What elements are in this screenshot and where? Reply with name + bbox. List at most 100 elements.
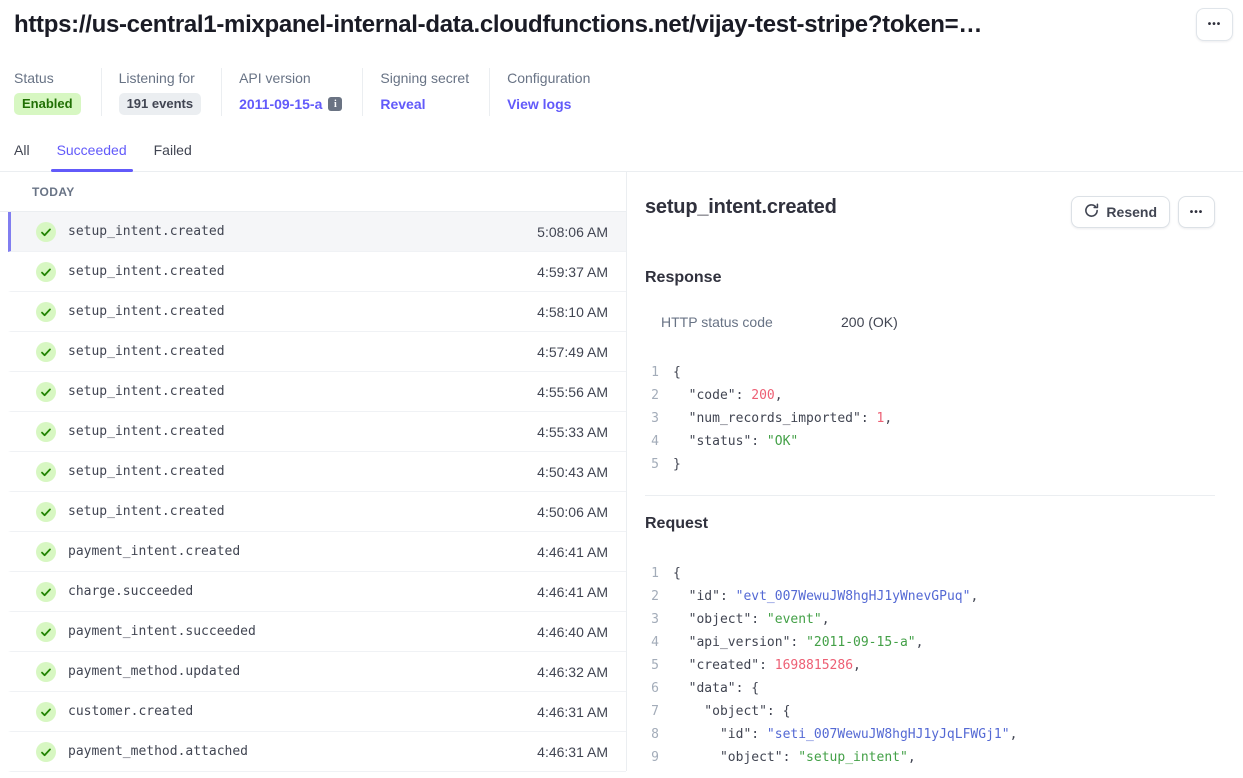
status-enabled-badge: Enabled <box>14 93 81 115</box>
event-time: 4:46:31 AM <box>537 744 608 760</box>
event-time: 4:46:31 AM <box>537 704 608 720</box>
event-list-row[interactable]: charge.succeeded4:46:41 AM <box>8 572 626 612</box>
page-header: https://us-central1-mixpanel-internal-da… <box>0 0 1243 42</box>
code-line: 5 "created": 1698815286, <box>645 654 1215 677</box>
event-name: setup_intent.created <box>68 304 225 319</box>
request-code-block: 1{2 "id": "evt_007WewuJW8hgHJ1yWnevGPuq"… <box>645 562 1215 769</box>
line-number: 1 <box>645 562 659 585</box>
event-list-row[interactable]: setup_intent.created4:50:43 AM <box>8 452 626 492</box>
success-check-icon <box>36 542 56 562</box>
event-time: 4:58:10 AM <box>537 304 608 320</box>
event-name: setup_intent.created <box>68 224 225 239</box>
event-time: 5:08:06 AM <box>537 224 608 240</box>
tab-all[interactable]: All <box>14 142 30 171</box>
line-number: 6 <box>645 677 659 700</box>
success-check-icon <box>36 742 56 762</box>
line-number: 4 <box>645 631 659 654</box>
line-number: 5 <box>645 654 659 677</box>
event-name: payment_method.updated <box>68 664 240 679</box>
event-time: 4:46:32 AM <box>537 664 608 680</box>
code-line: 4 "status": "OK" <box>645 430 1215 453</box>
success-check-icon <box>36 622 56 642</box>
resend-button-label: Resend <box>1106 204 1157 220</box>
code-line: 5} <box>645 453 1215 476</box>
event-list-row[interactable]: payment_method.updated 4:46:32 AM <box>8 652 626 692</box>
status-item-status: Status Enabled <box>14 68 101 116</box>
success-check-icon <box>36 462 56 482</box>
resend-button[interactable]: Resend <box>1071 196 1170 228</box>
line-number: 3 <box>645 407 659 430</box>
event-list-row[interactable]: setup_intent.created4:59:37 AM <box>8 252 626 292</box>
event-name: setup_intent.created <box>68 344 225 359</box>
success-check-icon <box>36 222 56 242</box>
code-line: 3 "num_records_imported": 1, <box>645 407 1215 430</box>
line-number: 1 <box>645 361 659 384</box>
success-check-icon <box>36 702 56 722</box>
success-check-icon <box>36 502 56 522</box>
event-list-row[interactable]: payment_method.attached4:46:31 AM <box>8 732 626 772</box>
code-line: 9 "object": "setup_intent", <box>645 746 1215 769</box>
event-group-label: TODAY <box>0 172 626 212</box>
http-status-label: HTTP status code <box>661 312 841 332</box>
event-list-row[interactable]: setup_intent.created4:57:49 AM <box>8 332 626 372</box>
status-label: Status <box>14 68 81 88</box>
line-number: 7 <box>645 700 659 723</box>
event-list-row[interactable]: customer.created 4:46:31 AM <box>8 692 626 732</box>
event-name: setup_intent.created <box>68 424 225 439</box>
event-time: 4:46:41 AM <box>537 544 608 560</box>
event-name: payment_intent.succeeded <box>68 624 256 639</box>
code-line: 1{ <box>645 361 1215 384</box>
configuration-label: Configuration <box>507 68 590 88</box>
ellipsis-icon: ••• <box>1208 19 1222 30</box>
view-logs-link[interactable]: View logs <box>507 96 571 112</box>
line-number: 2 <box>645 384 659 407</box>
event-name: customer.created <box>68 704 193 719</box>
code-line: 3 "object": "event", <box>645 608 1215 631</box>
event-list-row[interactable]: setup_intent.created4:55:56 AM <box>8 372 626 412</box>
line-number: 3 <box>645 608 659 631</box>
event-time: 4:50:06 AM <box>537 504 608 520</box>
code-line: 6 "data": { <box>645 677 1215 700</box>
event-time: 4:59:37 AM <box>537 264 608 280</box>
success-check-icon <box>36 262 56 282</box>
response-code-block: 1{2 "code": 200,3 "num_records_imported"… <box>645 361 1215 476</box>
http-status-value: 200 (OK) <box>841 312 898 332</box>
event-name: setup_intent.created <box>68 464 225 479</box>
event-time: 4:55:33 AM <box>537 424 608 440</box>
code-line: 1{ <box>645 562 1215 585</box>
tab-failed[interactable]: Failed <box>154 142 192 171</box>
event-list-row[interactable]: setup_intent.created 5:08:06 AM <box>8 212 626 252</box>
reveal-secret-link[interactable]: Reveal <box>380 96 425 112</box>
line-number: 2 <box>645 585 659 608</box>
event-list-row[interactable]: setup_intent.created 4:58:10 AM <box>8 292 626 332</box>
ellipsis-icon: ••• <box>1190 207 1204 218</box>
event-name: payment_intent.created <box>68 544 240 559</box>
event-list-row[interactable]: setup_intent.created4:50:06 AM <box>8 492 626 532</box>
event-time: 4:46:40 AM <box>537 624 608 640</box>
success-check-icon <box>36 582 56 602</box>
event-detail-panel: setup_intent.created Resend ••• Response <box>627 172 1243 771</box>
event-list-panel: TODAY setup_intent.created5:08:06 AMsetu… <box>0 172 627 771</box>
response-section-heading: Response <box>645 269 1215 287</box>
api-version-link[interactable]: 2011-09-15-a <box>239 96 322 112</box>
code-line: 2 "id": "evt_007WewuJW8hgHJ1yWnevGPuq", <box>645 585 1215 608</box>
event-list-row[interactable]: setup_intent.created 4:55:33 AM <box>8 412 626 452</box>
success-check-icon <box>36 302 56 322</box>
content-area: TODAY setup_intent.created5:08:06 AMsetu… <box>0 172 1243 771</box>
event-rows: setup_intent.created5:08:06 AMsetup_inte… <box>0 212 626 772</box>
code-line: 2 "code": 200, <box>645 384 1215 407</box>
event-name: charge.succeeded <box>68 584 193 599</box>
header-overflow-button[interactable]: ••• <box>1196 8 1233 41</box>
line-number: 4 <box>645 430 659 453</box>
endpoint-status-bar: Status Enabled Listening for 191 events … <box>14 68 1243 116</box>
event-detail-title: setup_intent.created <box>645 196 837 219</box>
tab-succeeded[interactable]: Succeeded <box>57 142 127 171</box>
request-section-heading: Request <box>645 515 1215 533</box>
detail-overflow-button[interactable]: ••• <box>1178 196 1215 228</box>
code-line: 4 "api_version": "2011-09-15-a", <box>645 631 1215 654</box>
event-list-row[interactable]: payment_intent.created 4:46:41 AM <box>8 532 626 572</box>
success-check-icon <box>36 662 56 682</box>
status-item-configuration: Configuration View logs <box>489 68 610 116</box>
info-icon[interactable]: i <box>328 97 342 111</box>
event-list-row[interactable]: payment_intent.succeeded 4:46:40 AM <box>8 612 626 652</box>
